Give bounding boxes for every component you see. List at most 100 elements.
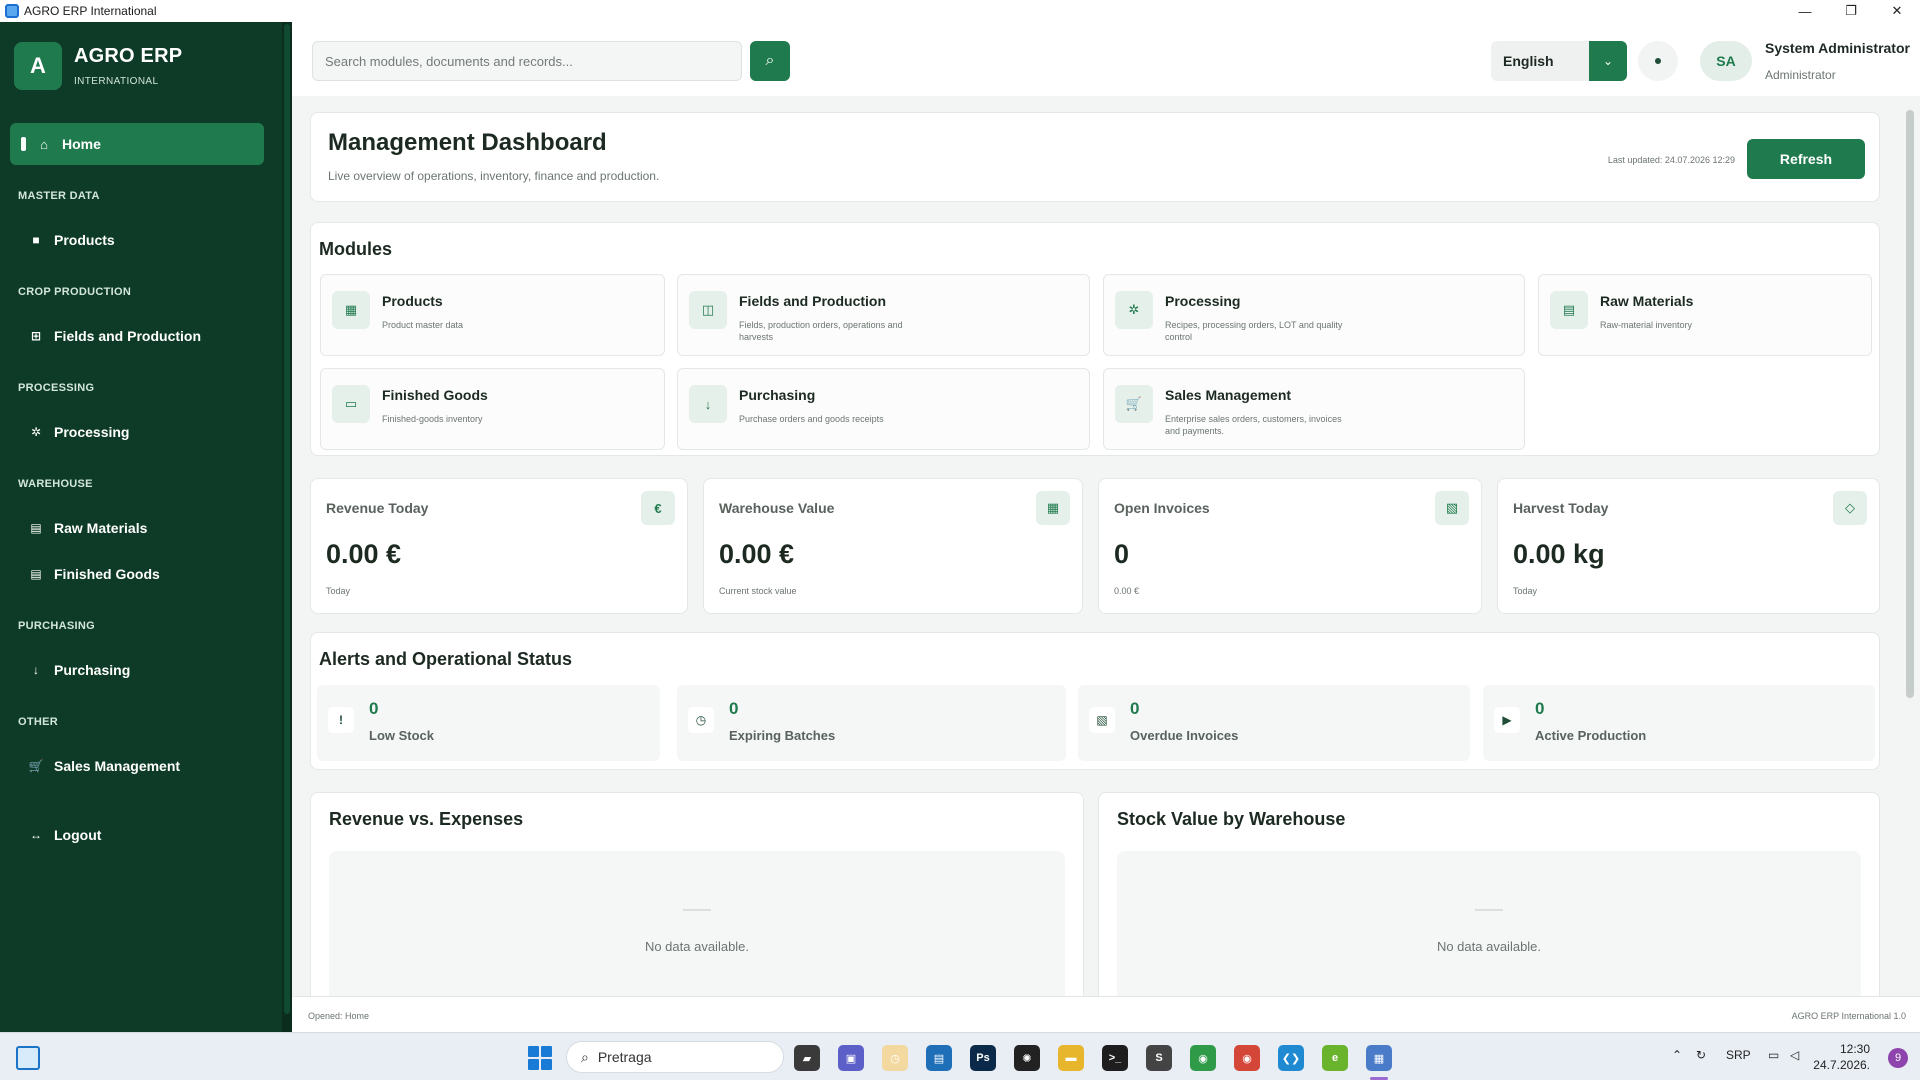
module-purchasing[interactable]: ↓ Purchasing Purchase orders and goods r… — [677, 368, 1090, 450]
avatar[interactable]: SA — [1700, 41, 1752, 81]
teams-icon[interactable]: ▣ — [838, 1045, 864, 1071]
taskbar-clock[interactable]: 12:30 24.7.2026. — [1813, 1041, 1870, 1073]
logout-button[interactable]: ↔ Logout — [28, 827, 101, 843]
refresh-button[interactable]: Refresh — [1747, 139, 1865, 179]
search-icon: ⌕ — [765, 52, 775, 69]
photoshop-icon[interactable]: Ps — [970, 1045, 996, 1071]
search-input[interactable]: Search modules, documents and records... — [312, 41, 742, 81]
maximize-button[interactable]: ❐ — [1828, 0, 1874, 22]
module-fields-and-production[interactable]: ◫ Fields and Production Fields, producti… — [677, 274, 1090, 356]
chrome-alt-icon[interactable]: ◉ — [1234, 1045, 1260, 1071]
harvest-icon: ◇ — [1833, 491, 1867, 525]
terminal-icon[interactable]: >_ — [1102, 1045, 1128, 1071]
sidebar-item-raw-materials[interactable]: ▤ Raw Materials — [28, 520, 147, 536]
warning-icon: ! — [328, 707, 354, 733]
vscode-icon[interactable]: ❮❯ — [1278, 1045, 1304, 1071]
sidebar-item-home[interactable]: ⌂ Home — [10, 123, 264, 165]
alert-low-stock[interactable]: ! 0 Low Stock — [317, 685, 660, 761]
language-select[interactable]: English ⌄ — [1491, 41, 1627, 81]
kpi-label: Open Invoices — [1114, 500, 1210, 516]
sidebar-item-products[interactable]: ■ Products — [28, 232, 114, 248]
module-description: Product master data — [382, 320, 464, 330]
module-sales-management[interactable]: 🛒 Sales Management Enterprise sales orde… — [1103, 368, 1525, 450]
active-indicator — [21, 137, 26, 151]
clock-icon: ◷ — [688, 707, 714, 733]
alert-value: 0 — [1130, 699, 1140, 718]
module-raw-materials[interactable]: ▤ Raw Materials Raw-material inventory — [1538, 274, 1872, 356]
sidebar-item-sales-management[interactable]: 🛒 Sales Management — [28, 758, 181, 774]
store-icon[interactable]: ▤ — [926, 1045, 952, 1071]
file-manager-icon[interactable]: ▰ — [794, 1045, 820, 1071]
page-subtitle: Live overview of operations, inventory, … — [328, 169, 660, 183]
sidebar-item-label: Home — [62, 136, 101, 152]
alert-overdue-invoices[interactable]: ▧ 0 Overdue Invoices — [1078, 685, 1470, 761]
app-window-icon — [5, 4, 19, 18]
alert-label: Low Stock — [369, 728, 435, 743]
widgets-icon[interactable] — [16, 1046, 40, 1070]
sidebar-scrollbar-thumb[interactable] — [284, 24, 290, 1014]
revenue-vs-expenses-card: Revenue vs. Expenses No data available. — [310, 792, 1084, 996]
sidebar: A AGRO ERP INTERNATIONAL ⌂ Home MASTER D… — [0, 22, 292, 1032]
edge-green-icon[interactable]: e — [1322, 1045, 1348, 1071]
chatgpt-icon[interactable]: ✺ — [1014, 1045, 1040, 1071]
module-products[interactable]: ▦ Products Product master data — [320, 274, 665, 356]
kpi-harvest-today: Harvest Today 0.00 kg Today ◇ — [1497, 478, 1880, 614]
window-titlebar: AGRO ERP International — ❐ ✕ — [0, 0, 1920, 22]
module-processing[interactable]: ✲ Processing Recipes, processing orders,… — [1103, 274, 1525, 356]
language-value: English — [1503, 53, 1554, 69]
sidebar-item-purchasing[interactable]: ↓ Purchasing — [28, 662, 130, 678]
empty-state-text: No data available. — [644, 939, 750, 954]
clock-app-icon[interactable]: ◷ — [882, 1045, 908, 1071]
user-name: System Administrator — [1765, 40, 1910, 56]
sidebar-item-fields-and-production[interactable]: ⊞ Fields and Production — [28, 328, 201, 344]
sidebar-item-finished-goods[interactable]: ▤ Finished Goods — [28, 566, 159, 582]
sidebar-section-master-data: MASTER DATA — [18, 190, 100, 202]
invoice-icon: ▧ — [1435, 491, 1469, 525]
module-description: Raw-material inventory — [1600, 320, 1693, 330]
folder-icon[interactable]: ▬ — [1058, 1045, 1084, 1071]
kpi-revenue-today: Revenue Today 0.00 € Today € — [310, 478, 688, 614]
input-language[interactable]: SRP — [1726, 1048, 1751, 1062]
module-title: Purchasing — [739, 387, 816, 403]
fields-icon: ◫ — [689, 291, 727, 329]
chrome-icon[interactable]: ◉ — [1190, 1045, 1216, 1071]
alert-value: 0 — [1535, 699, 1545, 718]
status-version: AGRO ERP International 1.0 — [1791, 1011, 1906, 1021]
euro-icon: € — [641, 491, 675, 525]
empty-state-text: No data available. — [1436, 939, 1542, 954]
app-s-icon[interactable]: S — [1146, 1045, 1172, 1071]
network-icon[interactable]: ▭ — [1768, 1048, 1779, 1062]
alert-active-production[interactable]: ▶ 0 Active Production — [1483, 685, 1875, 761]
search-button[interactable]: ⌕ — [750, 41, 790, 81]
sidebar-item-processing[interactable]: ✲ Processing — [28, 424, 130, 440]
sidebar-item-label: Processing — [54, 424, 130, 440]
empty-placeholder-bar — [683, 909, 711, 911]
taskbar-search[interactable]: ⌕ Pretraga — [566, 1041, 784, 1073]
chevron-up-icon[interactable]: ⌃ — [1672, 1048, 1682, 1062]
module-description: Enterprise sales orders, customers, invo… — [1165, 414, 1342, 436]
module-description: Fields, production orders, operations an… — [739, 320, 903, 342]
module-description: Purchase orders and goods receipts — [739, 414, 884, 424]
main-scrollbar[interactable] — [1906, 110, 1914, 698]
download-arrow-icon: ↓ — [689, 385, 727, 423]
sync-icon[interactable]: ↻ — [1696, 1048, 1706, 1062]
status-indicator-button[interactable] — [1638, 41, 1678, 81]
chevron-down-icon[interactable]: ⌄ — [1589, 41, 1627, 81]
invoice-icon: ▧ — [1089, 707, 1115, 733]
volume-icon[interactable]: ◁ — [1790, 1048, 1799, 1062]
close-button[interactable]: ✕ — [1874, 0, 1920, 22]
module-title: Fields and Production — [739, 293, 887, 309]
module-title: Sales Management — [1165, 387, 1292, 403]
alert-label: Expiring Batches — [729, 728, 836, 743]
module-finished-goods[interactable]: ▭ Finished Goods Finished-goods inventor… — [320, 368, 665, 450]
agro-erp-taskbar-icon[interactable]: ▦ — [1366, 1045, 1392, 1071]
minimize-button[interactable]: — — [1782, 0, 1828, 22]
module-description: Finished-goods inventory — [382, 414, 483, 424]
alert-expiring-batches[interactable]: ◷ 0 Expiring Batches — [677, 685, 1066, 761]
sidebar-scrollbar[interactable] — [282, 22, 292, 1032]
module-title: Products — [382, 293, 443, 309]
sidebar-item-label: Fields and Production — [54, 328, 202, 344]
start-button[interactable] — [528, 1046, 552, 1070]
notification-badge[interactable]: 9 — [1888, 1048, 1908, 1068]
sidebar-item-label: Sales Management — [54, 758, 181, 774]
